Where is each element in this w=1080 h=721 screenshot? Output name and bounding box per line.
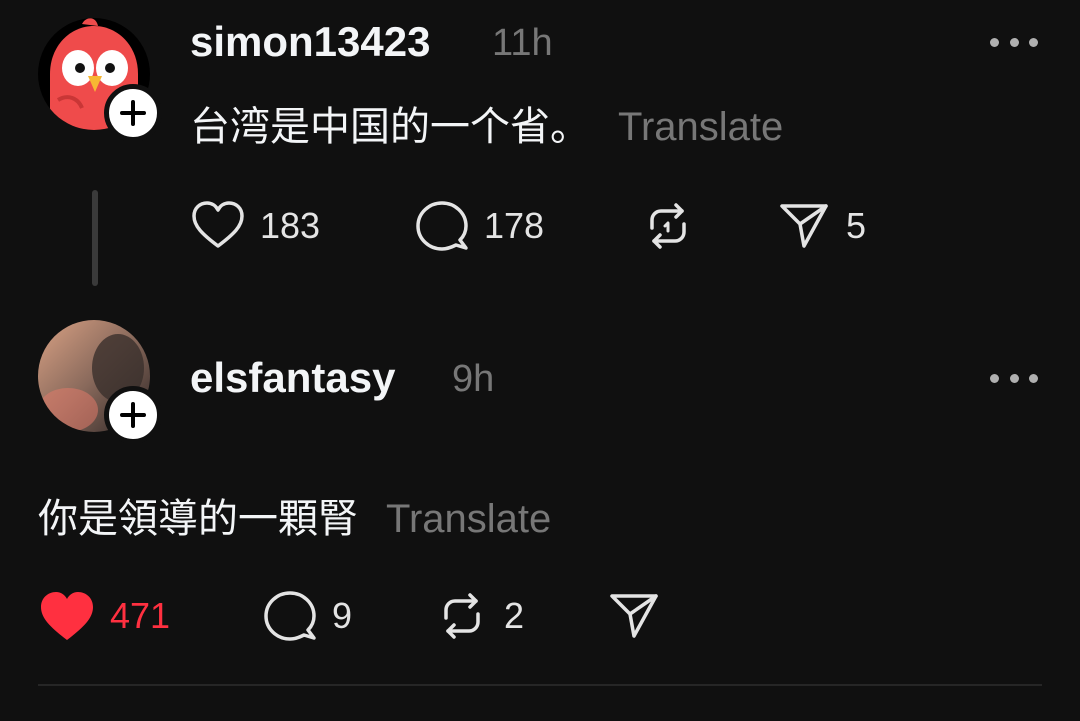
repost-button[interactable] — [640, 198, 710, 254]
repost-button[interactable]: 2 — [434, 588, 524, 644]
thread-line — [92, 190, 98, 286]
post-text-row: 你是領導的一顆腎 Translate — [38, 486, 551, 544]
like-count: 183 — [260, 205, 321, 246]
post-text: 台湾是中国的一个省。 — [190, 104, 590, 150]
repost-icon — [444, 593, 480, 639]
plus-icon — [120, 402, 146, 428]
more-options-button[interactable] — [990, 32, 1038, 52]
follow-button[interactable] — [104, 84, 162, 142]
more-options-button[interactable] — [990, 368, 1038, 388]
comment-icon — [416, 201, 468, 251]
share-button[interactable]: 5 — [776, 198, 866, 254]
follow-button[interactable] — [104, 386, 162, 444]
reply-button[interactable]: 178 — [414, 198, 544, 254]
dot-icon — [1009, 373, 1019, 383]
share-button[interactable] — [606, 588, 676, 644]
like-count: 471 — [110, 595, 171, 636]
heart-filled-icon — [41, 592, 93, 640]
divider — [38, 684, 1042, 686]
thread-post-1: simon13423 11h 台湾是中国的一个省。 Translate 183 1… — [0, 0, 1080, 300]
comment-icon — [264, 591, 316, 641]
dot-icon — [990, 373, 999, 383]
reply-button[interactable]: 9 — [262, 588, 352, 644]
post-text: 你是領導的一顆腎 — [38, 496, 358, 542]
translate-link[interactable]: Translate — [618, 105, 783, 149]
dot-icon — [1009, 37, 1019, 47]
dot-icon — [990, 37, 999, 47]
repost-count: 2 — [504, 595, 525, 636]
dot-icon — [1029, 373, 1038, 383]
dot-icon — [1029, 37, 1038, 47]
repost-icon — [650, 203, 686, 249]
plus-icon — [120, 100, 146, 126]
share-count: 5 — [846, 205, 867, 246]
like-button[interactable]: 183 — [190, 198, 320, 254]
timestamp: 9h — [452, 358, 495, 400]
timestamp: 11h — [492, 22, 553, 64]
translate-link[interactable]: Translate — [386, 497, 551, 541]
reply-count: 178 — [484, 205, 545, 246]
post-text-row: 台湾是中国的一个省。 Translate — [190, 94, 783, 152]
thread-post-2: elsfantasy 9h 你是領導的一顆腎 Translate 471 9 2 — [0, 300, 1080, 684]
heart-icon — [192, 201, 244, 248]
reply-count: 9 — [332, 595, 353, 636]
send-icon — [610, 594, 658, 638]
like-button[interactable]: 471 — [38, 588, 170, 644]
username[interactable]: simon13423 — [190, 18, 430, 66]
username[interactable]: elsfantasy — [190, 354, 395, 402]
send-icon — [780, 204, 828, 248]
